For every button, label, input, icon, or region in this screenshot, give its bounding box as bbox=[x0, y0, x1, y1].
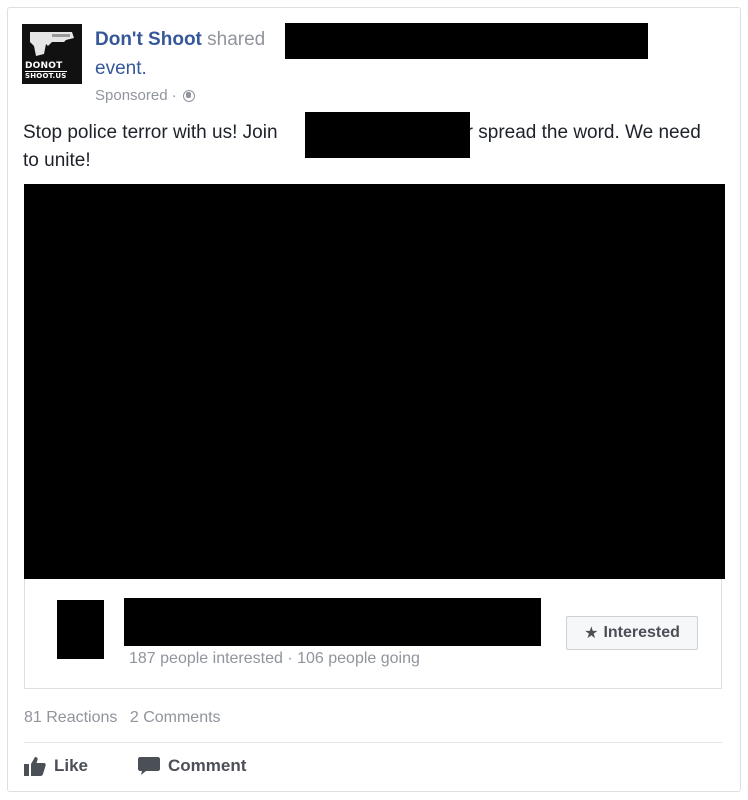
globe-icon bbox=[182, 90, 195, 102]
engagement-counts: 81 Reactions 2 Comments bbox=[24, 709, 229, 727]
redacted-event-title[interactable] bbox=[124, 598, 541, 646]
redacted-inline-text bbox=[305, 112, 470, 158]
like-label: Like bbox=[54, 756, 89, 775]
shared-word: shared bbox=[207, 29, 266, 50]
comment-button[interactable]: Comment bbox=[138, 756, 246, 776]
thumbs-up-icon bbox=[24, 757, 46, 776]
redacted-event-image[interactable] bbox=[24, 184, 725, 579]
avatar-text-line1: DONOT bbox=[25, 61, 63, 71]
footer-divider bbox=[24, 742, 722, 743]
redacted-event-date-icon bbox=[57, 600, 104, 659]
like-button[interactable]: Like bbox=[24, 756, 88, 776]
reactions-count[interactable]: 81 Reactions bbox=[24, 709, 117, 726]
avatar-logo-text: DONOT SHOOT.US bbox=[25, 62, 79, 81]
avatar-text-line2: SHOOT.US bbox=[25, 71, 67, 80]
page-avatar[interactable]: DONOT SHOOT.US bbox=[22, 24, 82, 84]
sponsored-label: Sponsored · bbox=[95, 87, 195, 105]
comment-label: Comment bbox=[168, 756, 247, 775]
redacted-event-name bbox=[285, 23, 648, 59]
star-icon: ★ bbox=[584, 625, 599, 642]
event-link[interactable]: event. bbox=[95, 58, 147, 80]
comments-count[interactable]: 2 Comments bbox=[130, 709, 221, 726]
post-header: Don't Shoot shared bbox=[95, 29, 265, 51]
post-text-before: Stop police terror with us! Join bbox=[23, 122, 278, 143]
event-stats: 187 people interested · 106 people going bbox=[129, 650, 420, 667]
page-name-link[interactable]: Don't Shoot bbox=[95, 29, 202, 50]
interested-label: Interested bbox=[603, 624, 680, 641]
interested-button[interactable]: ★ Interested bbox=[566, 616, 698, 650]
sponsored-text: Sponsored · bbox=[95, 87, 177, 104]
comment-bubble-icon bbox=[138, 757, 160, 775]
